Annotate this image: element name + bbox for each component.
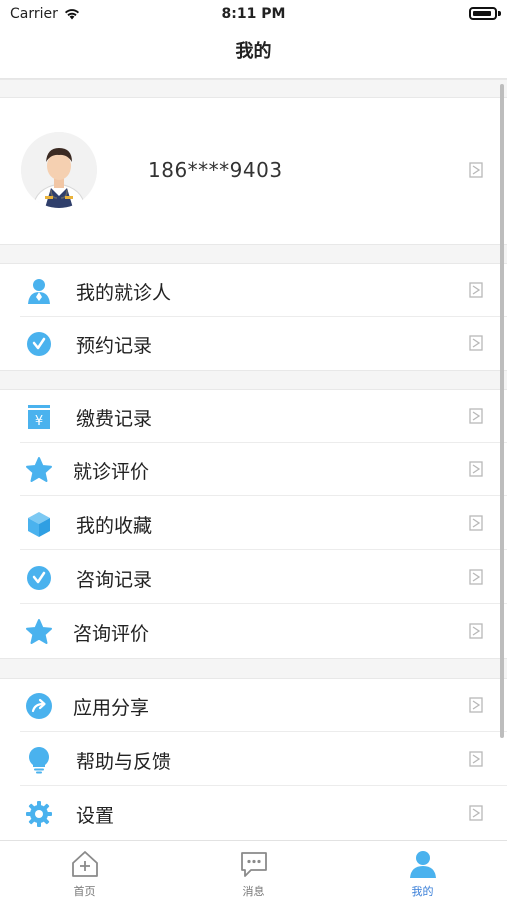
profile-card[interactable]: 186****9403 (0, 98, 507, 244)
chevron-right-icon (469, 623, 483, 639)
tab-label: 我的 (411, 885, 434, 898)
chevron-right-icon (469, 569, 483, 585)
phone-number: 186****9403 (148, 158, 283, 182)
profile-icon (410, 851, 436, 878)
page-title: 我的 (0, 28, 507, 79)
menu-item-label: 应用分享 (73, 697, 150, 719)
avatar[interactable] (21, 132, 97, 208)
clock-icon (27, 566, 51, 590)
separator (20, 549, 507, 550)
menu-item-consult-records[interactable]: 咨询记录 (0, 551, 507, 604)
tab-home[interactable]: 首页 (0, 841, 169, 901)
gear-icon (26, 801, 52, 827)
tab-label: 首页 (73, 885, 96, 898)
menu-item-share-app[interactable]: 应用分享 (0, 679, 507, 732)
menu-item-visit-reviews[interactable]: 就诊评价 (0, 443, 507, 496)
share-icon (26, 693, 52, 719)
menu-item-payments[interactable]: ¥ 缴费记录 (0, 390, 507, 443)
tab-label: 消息 (242, 885, 265, 898)
menu-item-label: 我的就诊人 (76, 282, 172, 304)
menu-item-favorites[interactable]: 我的收藏 (0, 497, 507, 550)
clock: 8:11 PM (221, 6, 286, 22)
chevron-right-icon (469, 461, 483, 477)
doctor-avatar-icon (21, 132, 97, 208)
menu-item-label: 设置 (76, 805, 115, 827)
svg-text:¥: ¥ (35, 414, 43, 429)
menu-item-consult-reviews[interactable]: 咨询评价 (0, 605, 507, 658)
chevron-right-icon (469, 335, 483, 351)
scrollbar[interactable] (500, 84, 504, 738)
menu-item-help-feedback[interactable]: 帮助与反馈 (0, 733, 507, 786)
chevron-right-icon (469, 805, 483, 821)
clock-icon (27, 332, 51, 356)
section-divider (0, 244, 507, 264)
menu-item-settings[interactable]: 设置 (0, 787, 507, 840)
chevron-right-icon (469, 697, 483, 713)
chevron-right-icon (469, 162, 483, 178)
menu-item-label: 缴费记录 (76, 408, 153, 430)
separator (20, 603, 507, 604)
battery-icon (469, 7, 497, 20)
chevron-right-icon (469, 515, 483, 531)
menu-item-label: 我的收藏 (76, 515, 153, 537)
star-icon (26, 457, 52, 482)
menu-item-patients[interactable]: 我的就诊人 (0, 264, 507, 317)
user-icon (28, 279, 50, 304)
menu-item-label: 咨询评价 (73, 623, 150, 645)
section-divider (0, 79, 507, 98)
box-icon (28, 512, 50, 537)
tab-profile[interactable]: 我的 (338, 841, 507, 901)
star-icon (26, 619, 52, 644)
tab-messages[interactable]: 消息 (169, 841, 338, 901)
yen-receipt-icon: ¥ (28, 405, 50, 429)
lightbulb-icon (29, 747, 49, 774)
separator (20, 731, 507, 732)
chevron-right-icon (469, 408, 483, 424)
section-divider (0, 658, 507, 679)
separator (20, 785, 507, 786)
message-icon (241, 852, 267, 877)
status-bar: Carrier 8:11 PM (0, 0, 507, 28)
menu-item-label: 帮助与反馈 (76, 751, 172, 773)
section-divider (0, 370, 507, 390)
menu-item-appointments[interactable]: 预约记录 (0, 317, 507, 370)
home-icon (72, 851, 98, 877)
tab-bar: 首页 消息 我的 (0, 840, 507, 901)
battery-tip (498, 11, 501, 16)
separator (20, 495, 507, 496)
menu-item-label: 就诊评价 (73, 461, 150, 483)
menu-item-label: 咨询记录 (76, 569, 153, 591)
chevron-right-icon (469, 282, 483, 298)
menu-item-label: 预约记录 (76, 335, 153, 357)
chevron-right-icon (469, 751, 483, 767)
